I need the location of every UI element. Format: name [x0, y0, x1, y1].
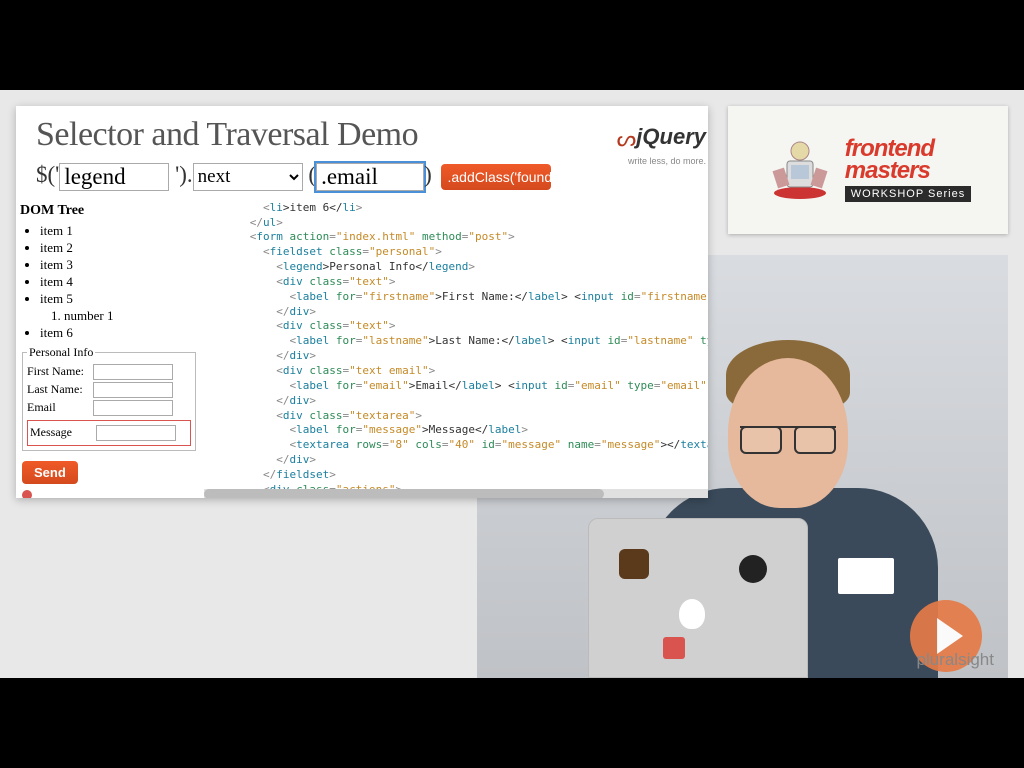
send-button[interactable]: Send [22, 461, 78, 484]
scrollbar-thumb[interactable] [204, 489, 604, 498]
workshop-series-badge: WORKSHOP Series [845, 186, 971, 202]
name-tag [838, 558, 894, 594]
source-code-pane[interactable]: <li>item 6</li> </ul> <form action="inde… [204, 201, 708, 498]
personal-info-fieldset: Personal Info First Name: Last Name: Ema… [22, 345, 196, 451]
video-stage: ᔕjQuery write less, do more. Selector an… [0, 90, 1024, 678]
last-name-label: Last Name: [27, 382, 93, 397]
fm-crest-icon [765, 135, 835, 205]
dom-tree-pane: DOM Tree item 1 item 2 item 3 item 4 ite… [16, 201, 204, 498]
email-label: Email [27, 400, 93, 415]
apple-logo-icon [679, 599, 705, 629]
glasses-icon [740, 426, 836, 448]
selector-controls: $(' ').next () .addClass('found') [16, 162, 708, 201]
horizontal-scrollbar[interactable] [204, 489, 708, 498]
list-item: item 2 [40, 240, 198, 256]
last-name-input[interactable] [93, 382, 173, 398]
list-item: number 1 [64, 308, 198, 324]
status-dot-icon [22, 490, 32, 498]
first-name-input[interactable] [93, 364, 173, 380]
email-input[interactable] [93, 400, 173, 416]
first-name-label: First Name: [27, 364, 93, 379]
message-label: Message [30, 425, 96, 440]
found-highlight: Message [27, 420, 191, 446]
page-title: Selector and Traversal Demo [16, 106, 708, 162]
dom-tree-heading: DOM Tree [20, 203, 198, 219]
traversal-method-select[interactable]: next [193, 163, 303, 191]
addclass-button[interactable]: .addClass('found') [441, 164, 551, 190]
sticker-icon [739, 555, 767, 583]
sticker-icon [619, 549, 649, 579]
pluralsight-watermark: pluralsight [917, 650, 995, 670]
list-item: item 5 number 1 [40, 291, 198, 324]
argument-input[interactable] [316, 163, 424, 191]
dom-tree-list: item 1 item 2 item 3 item 4 item 5 numbe… [20, 223, 198, 341]
demo-window: ᔕjQuery write less, do more. Selector an… [16, 106, 708, 498]
jquery-logo: ᔕjQuery write less, do more. [617, 124, 706, 167]
laptop [588, 518, 808, 678]
list-item: item 3 [40, 257, 198, 273]
selector-input[interactable] [59, 163, 169, 191]
message-input[interactable] [96, 425, 176, 441]
frontend-masters-banner: frontend masters WORKSHOP Series [728, 106, 1008, 234]
jquery-swirl-icon: ᔕ [617, 126, 637, 151]
list-item: item 6 [40, 325, 198, 341]
list-item: item 4 [40, 274, 198, 290]
fieldset-legend: Personal Info [27, 345, 95, 360]
fm-logo-text: masters [845, 157, 930, 184]
list-item: item 1 [40, 223, 198, 239]
sticker-icon [663, 637, 685, 659]
